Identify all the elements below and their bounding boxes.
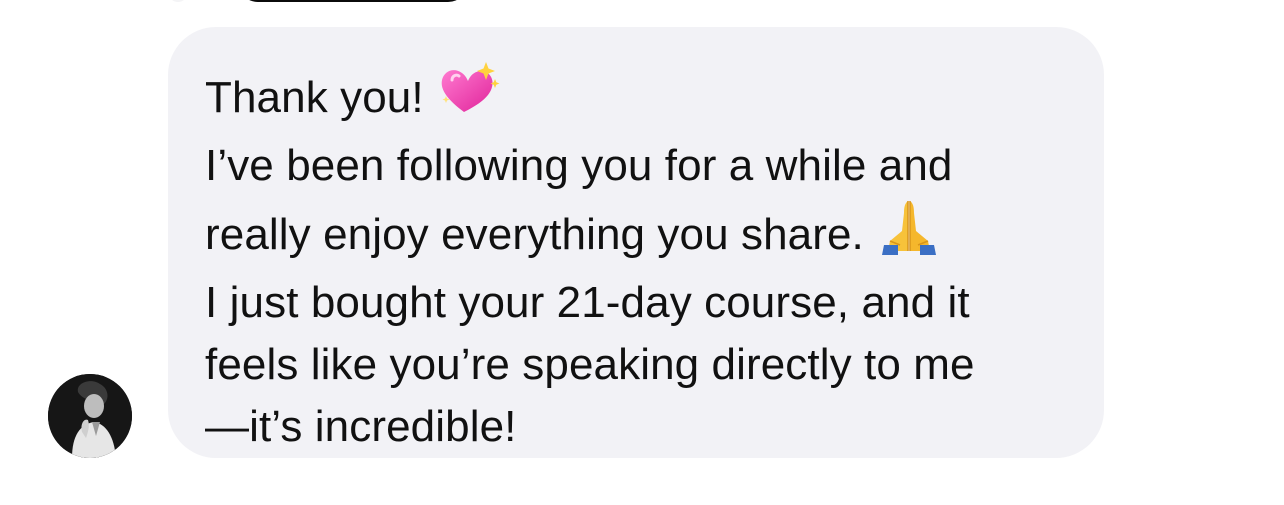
message-line: really enjoy everything you share. — [205, 197, 1068, 272]
message-line: I’ve been following you for a while and — [205, 135, 1068, 197]
message-text: Thank you! — [205, 72, 424, 122]
message-line: —it’s incredible! — [205, 396, 1068, 458]
message-line: feels like you’re speaking directly to m… — [205, 334, 1068, 396]
avatar[interactable] — [48, 374, 132, 458]
previous-message-bubble[interactable] — [238, 0, 468, 2]
message-text: really enjoy everything you share. — [205, 209, 864, 259]
message-line: I just bought your 21-day course, and it — [205, 272, 1068, 334]
folded-hands-icon — [878, 197, 940, 272]
message-text: I just bought your 21-day course, and it — [205, 278, 970, 327]
received-message-bubble[interactable]: Thank you! I’ve been following you for a… — [168, 27, 1104, 458]
message-line: Thank you! — [205, 60, 1068, 135]
sparkling-heart-icon — [438, 60, 500, 135]
message-text: I’ve been following you for a while and — [205, 141, 953, 190]
message-text: feels like you’re speaking directly to m… — [205, 340, 975, 389]
chat-thread: Thank you! I’ve been following you for a… — [0, 0, 1284, 505]
profile-photo-icon — [48, 374, 132, 458]
message-text: —it’s incredible! — [205, 402, 517, 451]
previous-message-edge — [168, 0, 188, 2]
